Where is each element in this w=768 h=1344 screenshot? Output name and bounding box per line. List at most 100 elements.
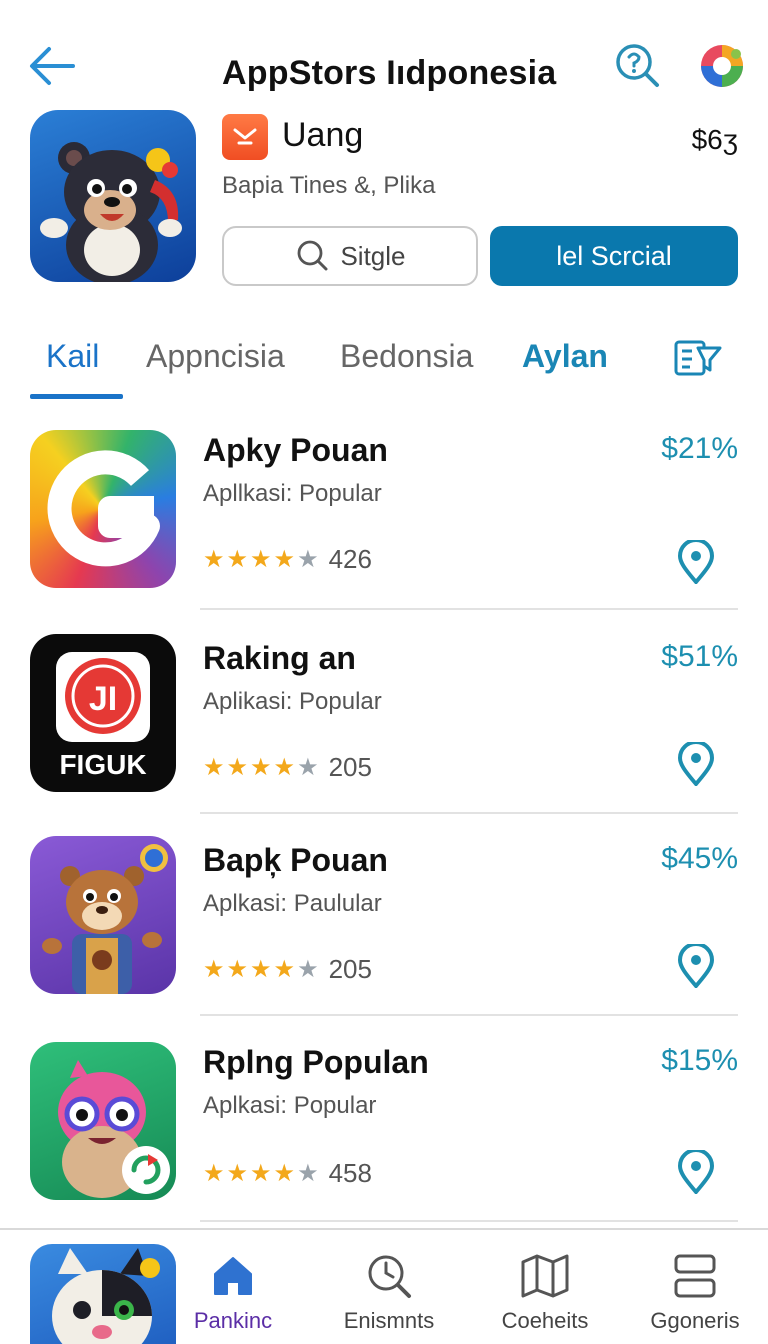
primary-button[interactable]: lel Scrcial xyxy=(490,226,738,286)
nav-pankinc[interactable]: Pankinc xyxy=(168,1246,298,1344)
clock-search-icon xyxy=(368,1255,411,1298)
arrow-left-icon xyxy=(30,47,75,85)
app-name: Bapķ Pouan xyxy=(203,842,388,878)
nav-coeheits[interactable]: Coeheits xyxy=(480,1246,610,1344)
app-icon-figuk: JI FIGUK xyxy=(30,634,176,792)
chevron-badge-icon xyxy=(233,128,257,145)
featured-app-name: Uang xyxy=(282,116,364,154)
list-icon xyxy=(674,1254,716,1298)
star-icon: ★ xyxy=(297,1159,319,1187)
filter-button[interactable] xyxy=(672,336,724,380)
location-pin-icon xyxy=(677,740,715,788)
star-icon: ★ xyxy=(250,545,272,573)
bear-mascot-icon xyxy=(40,142,182,282)
divider xyxy=(200,812,738,814)
divider xyxy=(200,1220,738,1222)
list-item[interactable]: JI FIGUK Raking an Aplikasi: Popular ★ ★… xyxy=(0,628,768,828)
app-price: $45% xyxy=(661,842,738,875)
category-tabs: Kail Appncisia Bedonsia Aylan xyxy=(0,322,768,402)
star-icon: ★ xyxy=(250,753,272,781)
app-name: Raking an xyxy=(203,640,356,676)
location-pin-icon xyxy=(677,942,715,990)
star-icon: ★ xyxy=(203,955,225,983)
app-price: $15% xyxy=(661,1044,738,1077)
star-icon: ★ xyxy=(203,753,225,781)
bottom-navigation: Pankinc Enismnts Coeheits Ggoneris xyxy=(0,1228,768,1344)
app-price: $21% xyxy=(661,432,738,465)
star-icon: ★ xyxy=(273,753,296,781)
nav-label: Ggoneris xyxy=(650,1308,740,1333)
location-button[interactable] xyxy=(676,740,716,788)
location-button[interactable] xyxy=(676,942,716,990)
star-icon: ★ xyxy=(273,1159,296,1187)
star-icon: ★ xyxy=(273,955,296,983)
tab-kail[interactable]: Kail xyxy=(46,338,99,375)
chat-search-icon xyxy=(298,240,328,271)
nav-label: Coeheits xyxy=(501,1308,589,1333)
app-logo-text: FIGUK xyxy=(59,749,146,780)
tab-appncisia[interactable]: Appncisia xyxy=(146,338,285,375)
location-button[interactable] xyxy=(676,1148,716,1196)
tab-aylan[interactable]: Aylan xyxy=(522,338,608,375)
location-pin-icon xyxy=(677,538,715,586)
featured-app-price: $6ʒ xyxy=(691,124,738,155)
filter-list-icon xyxy=(674,340,722,376)
cat-mascot-icon xyxy=(52,1248,160,1344)
secondary-button[interactable]: Sitgle xyxy=(222,226,478,286)
page-title: AppStors Iıdponesia xyxy=(222,54,557,92)
star-icon: ★ xyxy=(297,753,319,781)
map-icon xyxy=(521,1254,569,1298)
star-icon: ★ xyxy=(226,1159,249,1187)
app-category: Aplkasi: Paulular xyxy=(203,890,382,917)
tab-bedonsia[interactable]: Bedonsia xyxy=(340,338,473,375)
app-category: Aplkasi: Popular xyxy=(203,1092,377,1119)
app-category: Apllkasi: Popular xyxy=(203,480,382,507)
star-icon: ★ xyxy=(273,545,296,573)
nav-ggoneris[interactable]: Ggoneris xyxy=(630,1246,760,1344)
star-icon: ★ xyxy=(226,545,249,573)
nav-enismnts[interactable]: Enismnts xyxy=(324,1246,454,1344)
beaver-mascot-icon xyxy=(42,844,168,994)
app-price: $51% xyxy=(661,640,738,673)
divider xyxy=(200,1014,738,1016)
list-item[interactable]: Rplng Populan Aplkasi: Popular ★ ★ ★ ★ ★… xyxy=(0,1034,768,1234)
star-icon: ★ xyxy=(297,955,319,983)
star-icon: ★ xyxy=(250,955,272,983)
star-icon: ★ xyxy=(203,545,225,573)
search-button[interactable] xyxy=(612,40,662,90)
rating-count: 426 xyxy=(328,544,372,574)
rating: ★ ★ ★ ★ ★ 205 xyxy=(203,954,372,985)
app-category: Aplikasi: Popular xyxy=(203,688,382,715)
primary-button-label: lel Scrcial xyxy=(556,240,672,271)
colorful-logo-icon xyxy=(701,45,743,87)
app-logo-glyph: JI xyxy=(89,680,117,718)
featured-app-icon[interactable] xyxy=(30,110,196,282)
app-logo-icon: JI FIGUK xyxy=(56,652,150,780)
list-item[interactable]: Apky Pouan Apllkasi: Popular ★ ★ ★ ★ ★ 4… xyxy=(0,422,768,622)
location-button[interactable] xyxy=(676,538,716,586)
featured-app-subtitle: Bapia Tines &, Plika xyxy=(222,172,436,199)
star-icon: ★ xyxy=(226,955,249,983)
list-item[interactable]: Bapķ Pouan Aplkasi: Paulular ★ ★ ★ ★ ★ 2… xyxy=(0,830,768,1030)
secondary-button-label: Sitgle xyxy=(340,240,406,271)
active-tab-indicator xyxy=(30,394,123,399)
star-icon: ★ xyxy=(250,1159,272,1187)
nav-label: Enismnts xyxy=(343,1308,435,1333)
rating-count: 458 xyxy=(328,1158,372,1188)
search-info-icon xyxy=(616,44,659,87)
top-bar: AppStors Iıdponesia xyxy=(0,0,768,110)
cat-mascot-thumbnail[interactable] xyxy=(30,1244,176,1344)
rating: ★ ★ ★ ★ ★ 458 xyxy=(203,1158,372,1189)
app-badge-icon xyxy=(222,114,268,160)
back-button[interactable] xyxy=(26,42,78,90)
rating: ★ ★ ★ ★ ★ 205 xyxy=(203,752,372,783)
app-icon-g xyxy=(30,430,176,588)
app-name: Rplng Populan xyxy=(203,1044,429,1080)
app-name: Apky Pouan xyxy=(203,432,388,468)
pig-mascot-icon xyxy=(58,1060,170,1198)
star-icon: ★ xyxy=(226,753,249,781)
profile-avatar-button[interactable] xyxy=(696,40,748,92)
home-icon xyxy=(214,1257,252,1295)
rating-count: 205 xyxy=(328,954,372,984)
app-icon-beaver xyxy=(30,836,176,994)
